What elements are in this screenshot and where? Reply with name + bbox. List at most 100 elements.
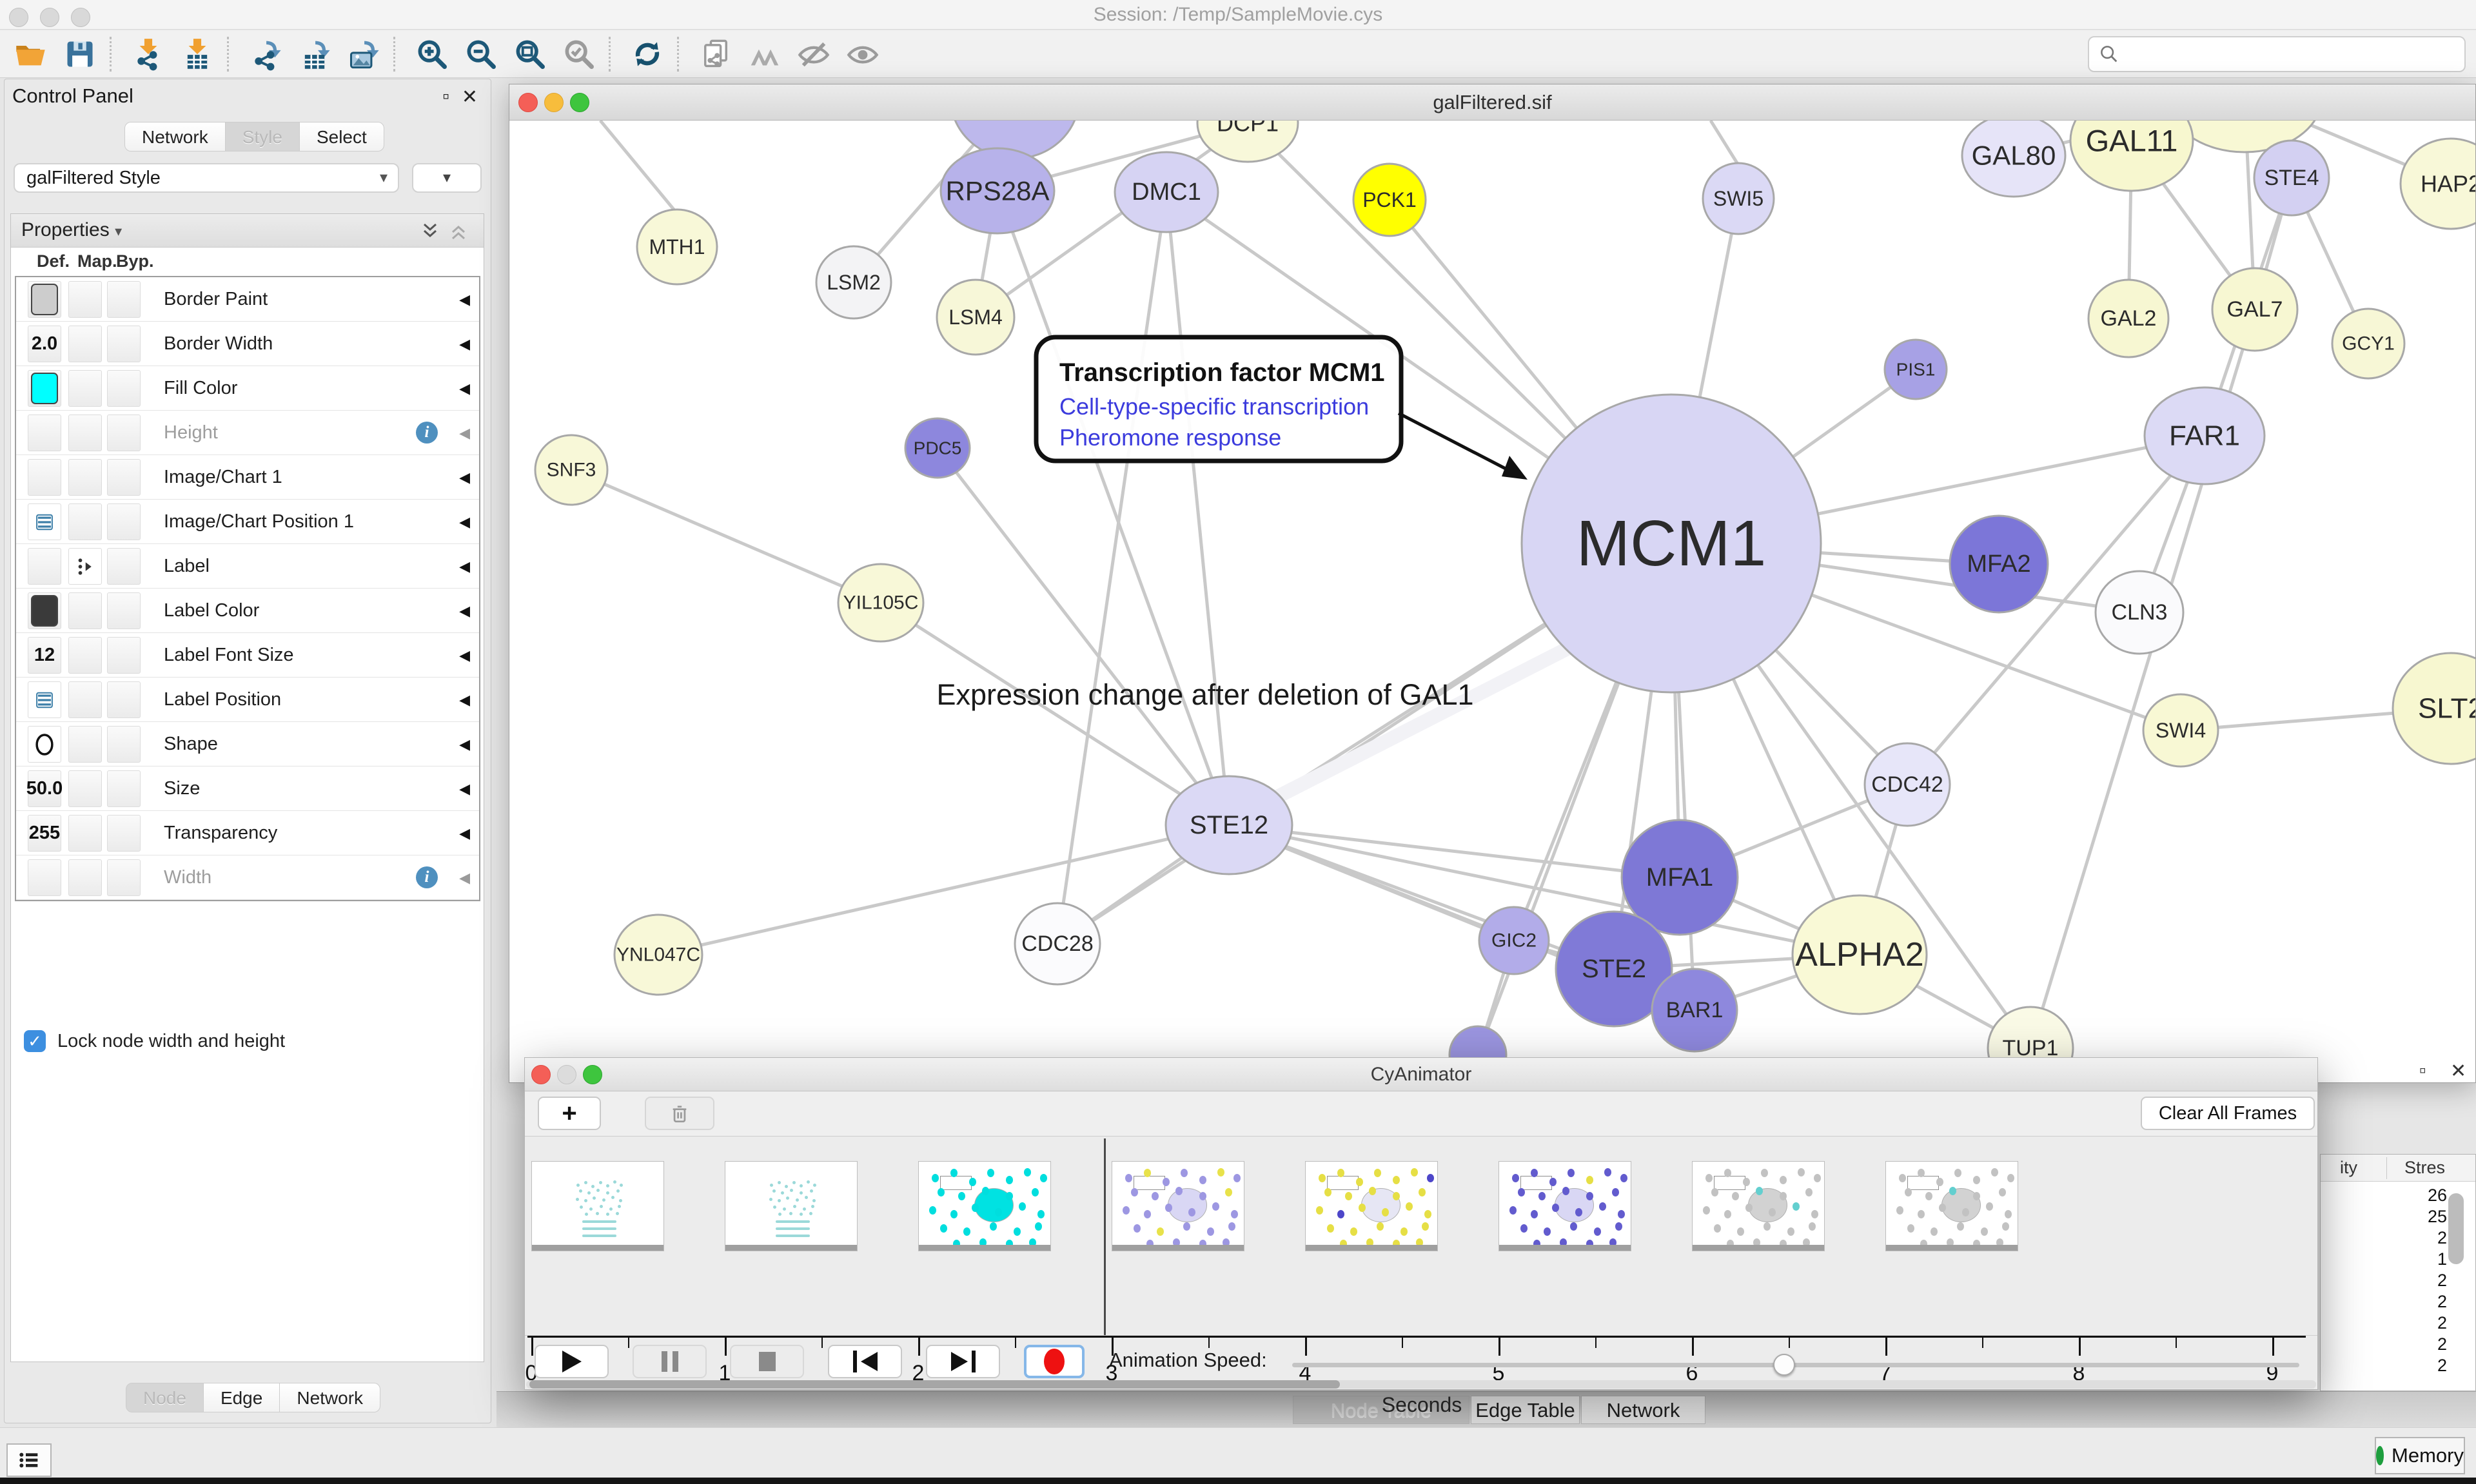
expand-row-icon[interactable]: ◀: [459, 500, 470, 544]
export-network-button[interactable]: [241, 33, 290, 75]
float-panel-icon[interactable]: ▫: [442, 86, 449, 108]
float-table-panel-icon[interactable]: ▫: [2419, 1060, 2426, 1082]
mapping-cell[interactable]: [68, 281, 102, 318]
tab-edge[interactable]: Edge: [204, 1383, 280, 1412]
network-node[interactable]: STE4: [2254, 141, 2329, 215]
table-row[interactable]: 2: [2321, 1313, 2447, 1334]
mapping-cell[interactable]: [68, 548, 102, 585]
task-history-button[interactable]: [6, 1443, 52, 1477]
mapping-cell[interactable]: [68, 415, 102, 451]
mapping-cell[interactable]: [68, 370, 102, 407]
network-node[interactable]: PIS1: [1885, 340, 1947, 399]
tab-network[interactable]: Network: [124, 122, 226, 151]
expand-row-icon[interactable]: ◀: [459, 277, 470, 322]
clear-all-frames-button[interactable]: Clear All Frames: [2141, 1097, 2315, 1130]
save-session-button[interactable]: [55, 33, 104, 75]
property-row[interactable]: Label Position◀: [16, 678, 479, 722]
network-window-titlebar[interactable]: galFiltered.sif: [509, 84, 2475, 121]
tab-select[interactable]: Select: [300, 122, 384, 151]
network-node[interactable]: PDC5: [905, 418, 970, 478]
network-node[interactable]: MFA2: [1950, 516, 2048, 612]
table-row[interactable]: 2: [2321, 1292, 2447, 1313]
network-node[interactable]: SWI4: [2143, 694, 2218, 766]
default-value-cell[interactable]: [28, 281, 61, 318]
bypass-cell[interactable]: [107, 415, 141, 451]
bypass-cell[interactable]: [107, 503, 141, 540]
close-table-panel-icon[interactable]: ✕: [2450, 1060, 2466, 1082]
expand-row-icon[interactable]: ◀: [459, 855, 470, 900]
property-row[interactable]: 255Transparency◀: [16, 811, 479, 855]
stop-button[interactable]: [730, 1345, 804, 1378]
frames-horizontal-scrollbar[interactable]: [526, 1380, 2316, 1389]
bypass-cell[interactable]: [107, 726, 141, 763]
mapping-cell[interactable]: [68, 815, 102, 852]
frame-thumbnail[interactable]: [1885, 1161, 2018, 1251]
expand-row-icon[interactable]: ◀: [459, 722, 470, 766]
default-value-cell[interactable]: [28, 548, 61, 585]
network-node[interactable]: HAP2: [2401, 139, 2475, 229]
bypass-cell[interactable]: [107, 770, 141, 807]
zoom-fit-button[interactable]: [506, 33, 555, 75]
network-node[interactable]: MCM1: [1522, 395, 1821, 692]
expand-row-icon[interactable]: ◀: [459, 633, 470, 678]
lock-node-size-row[interactable]: ✓ Lock node width and height: [24, 1030, 285, 1052]
table-row[interactable]: 2: [2321, 1228, 2447, 1249]
animation-speed-slider-thumb[interactable]: [1773, 1354, 1795, 1376]
expand-row-icon[interactable]: ◀: [459, 322, 470, 366]
property-row[interactable]: Label◀: [16, 544, 479, 589]
default-value-cell[interactable]: [28, 503, 61, 540]
search-box[interactable]: [2088, 36, 2466, 72]
bypass-cell[interactable]: [107, 592, 141, 629]
network-node[interactable]: ALPHA2: [1793, 895, 1927, 1014]
network-node[interactable]: SWI5: [1703, 163, 1774, 234]
import-network-button[interactable]: [124, 33, 173, 75]
tab-style[interactable]: Style: [226, 122, 300, 151]
default-value-cell[interactable]: [28, 592, 61, 629]
network-edge[interactable]: [1711, 121, 1738, 165]
frame-thumbnail[interactable]: [1305, 1161, 1438, 1251]
cyanimator-titlebar[interactable]: CyAnimator: [525, 1058, 2317, 1091]
network-node[interactable]: GAL7: [2212, 268, 2297, 351]
add-frame-button[interactable]: +: [538, 1097, 601, 1130]
expand-row-icon[interactable]: ◀: [459, 678, 470, 722]
property-row[interactable]: Border Paint◀: [16, 277, 479, 322]
mapping-cell[interactable]: [68, 326, 102, 362]
network-node[interactable]: SNF3: [535, 435, 607, 505]
table-column-header[interactable]: Stres: [2404, 1158, 2445, 1178]
memory-button[interactable]: Memory: [2375, 1437, 2465, 1474]
network-node[interactable]: LSM4: [937, 280, 1014, 355]
timeline-playhead[interactable]: [1104, 1138, 1106, 1335]
network-edge[interactable]: [658, 825, 1229, 955]
network-node[interactable]: FAR1: [2145, 387, 2265, 484]
frame-thumbnail[interactable]: [531, 1161, 664, 1251]
tab-network[interactable]: Network: [280, 1383, 380, 1412]
scrollbar-thumb[interactable]: [529, 1380, 1340, 1389]
network-node[interactable]: GAL2: [2088, 280, 2168, 357]
network-node[interactable]: SLT2: [2393, 653, 2475, 764]
bypass-cell[interactable]: [107, 281, 141, 318]
network-node[interactable]: YIL105C: [838, 564, 923, 641]
table-row[interactable]: 26: [2321, 1186, 2447, 1207]
expand-row-icon[interactable]: ◀: [459, 811, 470, 855]
property-row[interactable]: 50.0Size◀: [16, 766, 479, 811]
expand-row-icon[interactable]: ◀: [459, 366, 470, 411]
network-node[interactable]: CDC42: [1865, 743, 1950, 826]
zoom-out-button[interactable]: [457, 33, 506, 75]
property-row[interactable]: Heighti◀: [16, 411, 479, 455]
frame-thumbnail[interactable]: [1498, 1161, 1631, 1251]
search-input[interactable]: [2127, 43, 2455, 65]
apply-preferred-layout-button[interactable]: [623, 33, 672, 75]
expand-row-icon[interactable]: ◀: [459, 589, 470, 633]
network-node[interactable]: GIC2: [1479, 907, 1549, 974]
mapping-cell[interactable]: [68, 770, 102, 807]
annotation-text[interactable]: Expression change after deletion of GAL1: [936, 678, 1473, 711]
network-node[interactable]: DMC1: [1115, 152, 1218, 232]
property-row[interactable]: Image/Chart Position 1◀: [16, 500, 479, 544]
network-node[interactable]: DCP1: [1197, 121, 1298, 162]
default-value-cell[interactable]: 50.0: [28, 770, 61, 807]
network-edge[interactable]: [600, 121, 677, 213]
table-scrollbar[interactable]: [2448, 1193, 2464, 1264]
zoom-selected-button[interactable]: [555, 33, 604, 75]
network-node[interactable]: GAL80: [1962, 121, 2065, 197]
table-row[interactable]: 2: [2321, 1271, 2447, 1292]
